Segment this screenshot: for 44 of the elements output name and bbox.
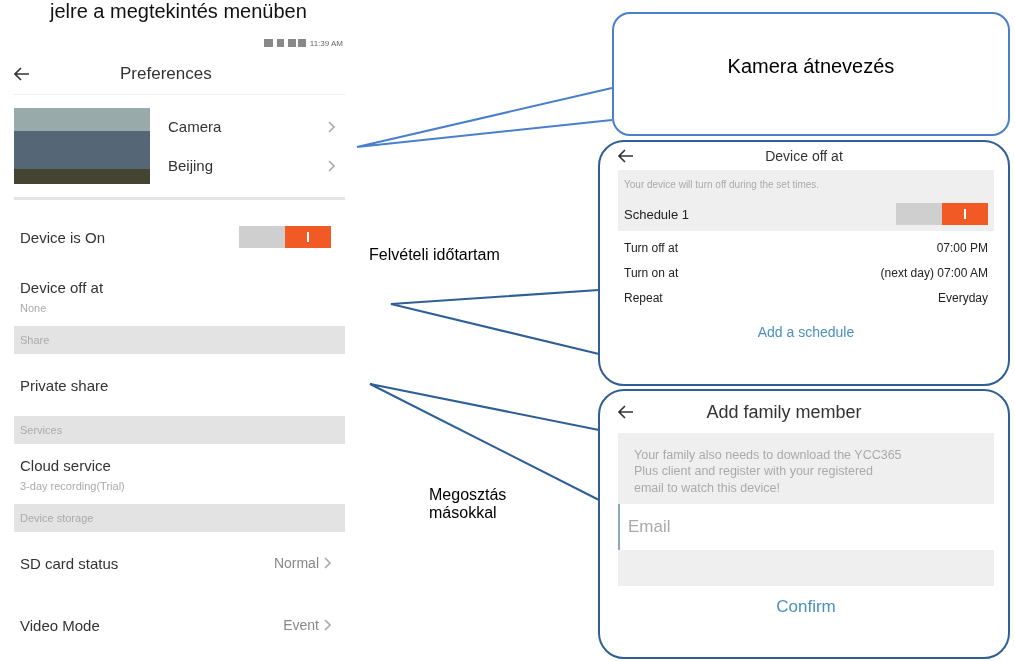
setting-label[interactable]: Private share — [20, 376, 109, 394]
heading-text: jelre a megtekintés menüben — [48, 0, 308, 24]
callout-label: Felvételi időtartam — [369, 246, 501, 264]
schedule-field-value: 07:00 PM — [936, 241, 988, 255]
setting-subtitle: 3-day recording(Trial) — [20, 479, 125, 492]
chevron-icon — [328, 120, 335, 133]
section-header: Device storage — [14, 504, 345, 532]
status-icons — [263, 39, 306, 47]
setting-label: Device is On — [20, 228, 106, 246]
camera-name[interactable]: Camera — [168, 118, 222, 135]
info-text: Your device will turn off during the set times. — [618, 170, 994, 199]
schedule-field-value: (next day) 07:00 AM — [880, 266, 988, 280]
add-schedule-button[interactable]: Add a schedule — [751, 323, 861, 341]
chevron-icon — [324, 619, 331, 631]
chevron-icon — [328, 159, 335, 172]
callout-bubble: Kamera átnevezés — [612, 12, 1010, 136]
toggle-switch[interactable] — [896, 203, 988, 225]
setting-label[interactable]: Video Mode — [20, 616, 100, 634]
chevron-icon — [324, 557, 331, 569]
section-header: Share — [14, 326, 345, 354]
callout-label: Megosztás másokkal — [429, 486, 508, 522]
info-text: Your family also needs to download the YCC365 Plus client and register with your registered email to watch this device! — [618, 433, 994, 504]
setting-label[interactable]: Cloud service — [20, 456, 111, 474]
setting-value: Normal — [273, 555, 319, 571]
setting-subtitle: None — [20, 301, 47, 314]
setting-label[interactable]: SD card status — [20, 554, 119, 572]
screen-title: Device off at — [764, 148, 844, 164]
back-arrow-icon[interactable] — [14, 67, 30, 81]
setting-value: Event — [283, 617, 319, 633]
setting-label[interactable]: Device off at — [20, 278, 104, 296]
back-arrow-icon[interactable] — [618, 149, 634, 163]
status-time: 11:39 AM — [309, 38, 343, 48]
back-arrow-icon[interactable] — [618, 405, 634, 419]
camera-location[interactable]: Beijing — [168, 157, 214, 174]
schedule-field-label: Turn off at — [624, 241, 679, 255]
toggle-switch[interactable] — [239, 226, 331, 248]
schedule-field-label: Turn on at — [624, 266, 679, 280]
section-header: Services — [14, 416, 345, 444]
screen-title: Preferences — [120, 64, 212, 84]
schedule-field-value: Everyday — [937, 291, 988, 305]
schedule-name: Schedule 1 — [624, 206, 690, 222]
confirm-button[interactable]: Confirm — [770, 595, 842, 618]
screen-title: Add family member — [705, 401, 863, 423]
schedule-field-label: Repeat — [624, 291, 663, 305]
